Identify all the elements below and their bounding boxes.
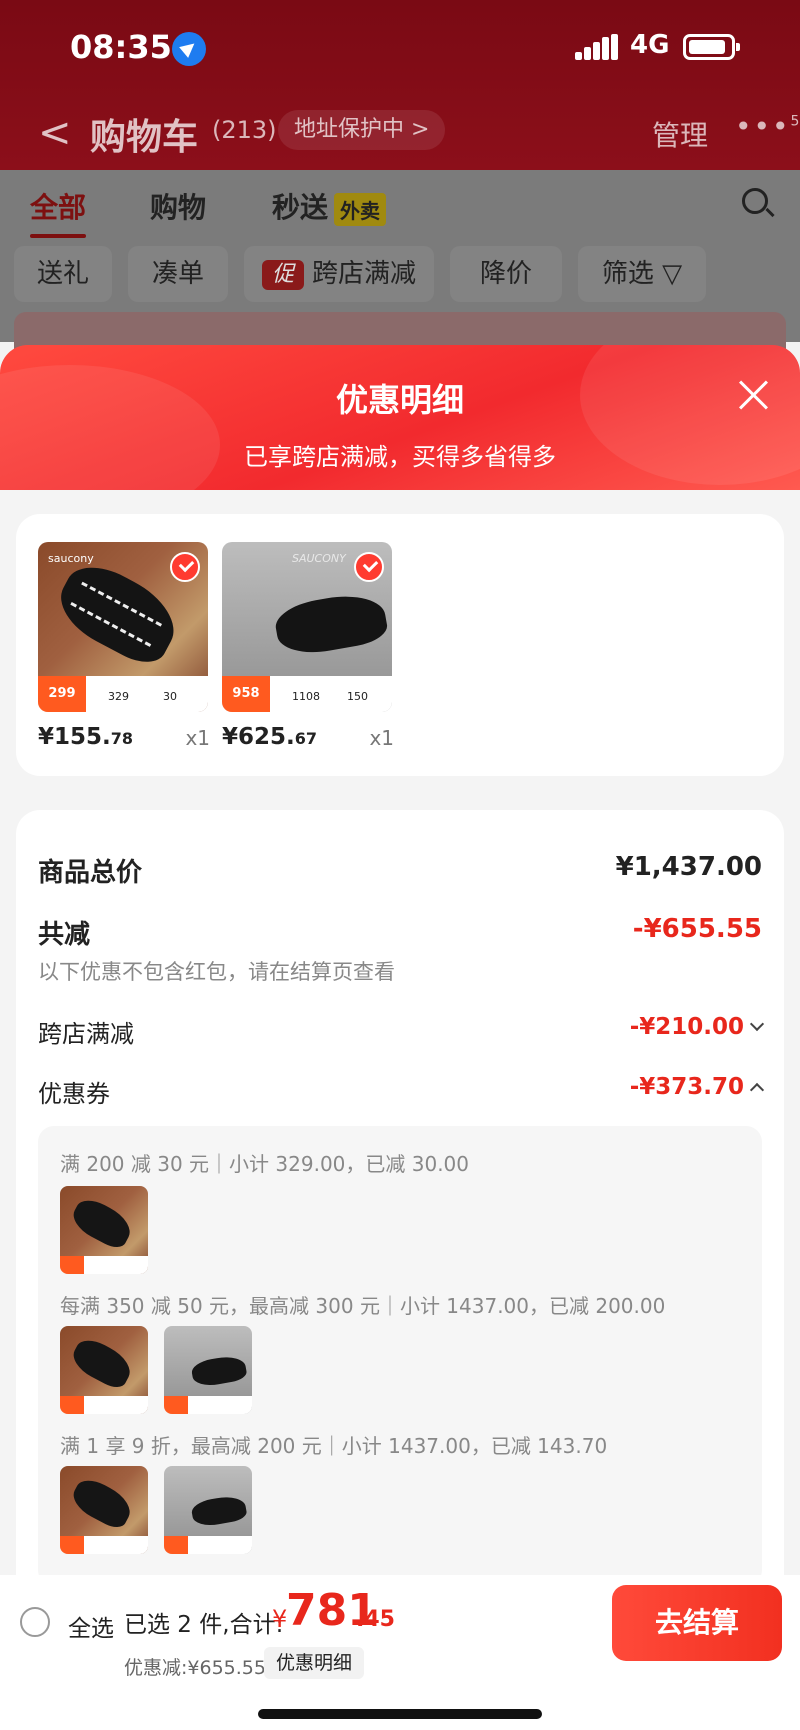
top-nav: < 购物车 (213) 地址保护中 > 管理 •••5+ (0, 100, 800, 170)
filter-screen[interactable]: 筛选 ▽ (578, 246, 706, 302)
coupon-line: 每满 350 减 50 元，最高减 300 元｜小计 1437.00，已减 20… (60, 1294, 666, 1318)
select-all-radio[interactable] (20, 1607, 50, 1637)
product-image: SAUCONY 958 1108 150 (222, 542, 392, 712)
selected-check-icon[interactable] (170, 552, 200, 582)
select-all-label[interactable]: 全选 (68, 1609, 114, 1643)
modal-subtitle: 已享跨店满减，买得多省得多 (244, 443, 556, 471)
more-badge: 5+ (790, 113, 800, 130)
waimai-badge: 外卖 (334, 192, 387, 226)
page-title: 购物车 (90, 117, 199, 158)
tab-miaosong[interactable]: 秒送 外卖 (272, 186, 387, 226)
filter-gift[interactable]: 送礼 (14, 246, 112, 302)
selected-info: 已选 2 件,合计: (124, 1612, 284, 1638)
shoe-image (272, 588, 390, 660)
coupon-line: 满 200 减 30 元｜小计 329.00，已减 30.00 (60, 1152, 470, 1176)
coupon-product-thumb (164, 1466, 252, 1554)
checkout-bar: 全选 已选 2 件,合计: ¥ 781 .45 优惠减:¥655.55 优惠明细… (0, 1575, 800, 1730)
coupon-product-thumb (60, 1186, 148, 1274)
total-currency: ¥ (272, 1605, 288, 1633)
coupon-product-thumb (60, 1466, 148, 1554)
discount-summary: 优惠减:¥655.55 (124, 1657, 266, 1679)
status-time: 08:35 (70, 28, 172, 66)
shoe-image (48, 553, 188, 673)
status-bar: 08:35 4G (0, 0, 800, 100)
product-price: ¥155.78 (38, 724, 134, 750)
product-item[interactable]: saucony 299 329 30 ¥155.78 x1 (38, 542, 210, 750)
coupon-value: -¥373.70 (630, 1074, 765, 1100)
filter-coudan[interactable]: 凑单 (128, 246, 228, 302)
total-label: 商品总价 (38, 858, 143, 888)
reduce-label: 共减 (38, 920, 91, 950)
cart-count: (213) (212, 116, 277, 144)
product-qty: x1 (185, 726, 210, 750)
chevron-up-icon (749, 1082, 765, 1098)
manage-button[interactable]: 管理 (652, 114, 708, 154)
coupon-line: 满 1 享 9 折，最高减 200 元｜小计 1437.00，已减 143.70 (60, 1434, 608, 1458)
signal-icon (575, 34, 618, 60)
network-label: 4G (630, 30, 670, 60)
cross-store-value: -¥210.00 (630, 1014, 765, 1040)
modal-title: 优惠明细 (335, 381, 464, 419)
total-value: ¥1,437.00 (615, 852, 762, 882)
back-icon[interactable]: < (38, 110, 72, 156)
coupon-product-thumb (164, 1326, 252, 1414)
more-icon[interactable]: •••5+ (735, 110, 800, 143)
chevron-down-icon (749, 1016, 765, 1032)
promo-icon: 促 (261, 259, 304, 290)
tab-shopping[interactable]: 购物 (150, 186, 206, 226)
coupon-product-thumb (60, 1326, 148, 1414)
coupon-label: 优惠券 (38, 1080, 110, 1108)
location-arrow-icon (172, 32, 206, 66)
close-icon[interactable] (738, 379, 768, 409)
image-price-strip: 958 1108 150 (222, 676, 392, 712)
tab-all[interactable]: 全部 (30, 186, 87, 238)
product-image: saucony 299 329 30 (38, 542, 208, 712)
category-tabs: 全部 购物 秒送 外卖 (0, 170, 800, 242)
discount-modal-body: saucony 299 329 30 ¥155.78 x1 SAUCONY 95… (0, 490, 800, 1575)
total-amount-decimal: .45 (356, 1607, 395, 1632)
products-card: saucony 299 329 30 ¥155.78 x1 SAUCONY 95… (16, 514, 784, 776)
product-item[interactable]: SAUCONY 958 1108 150 ¥625.67 x1 (222, 542, 394, 750)
product-qty: x1 (369, 726, 394, 750)
home-indicator (258, 1709, 542, 1719)
filter-price-drop[interactable]: 降价 (450, 246, 562, 302)
reduce-hint: 以下优惠不包含红包，请在结算页查看 (38, 960, 395, 984)
filter-cross-store[interactable]: 促跨店满减 (244, 246, 434, 302)
brand-logo: SAUCONY (292, 552, 346, 565)
discount-modal-header: 优惠明细 已享跨店满减，买得多省得多 (0, 345, 800, 490)
battery-icon (683, 34, 740, 60)
product-price: ¥625.67 (222, 724, 318, 750)
search-icon[interactable] (742, 188, 768, 214)
cross-store-label: 跨店满减 (38, 1020, 134, 1048)
coupon-detail-box: 满 200 减 30 元｜小计 329.00，已减 30.00 每满 350 减… (38, 1126, 762, 1575)
discount-detail-button[interactable]: 优惠明细 (264, 1647, 365, 1679)
brand-logo: saucony (48, 552, 94, 565)
image-price-strip: 299 329 30 (38, 676, 208, 712)
address-protection-pill[interactable]: 地址保护中 > (278, 110, 446, 150)
reduce-value: -¥655.55 (632, 914, 762, 944)
selected-check-icon[interactable] (354, 552, 384, 582)
checkout-button[interactable]: 去结算 (612, 1585, 782, 1661)
